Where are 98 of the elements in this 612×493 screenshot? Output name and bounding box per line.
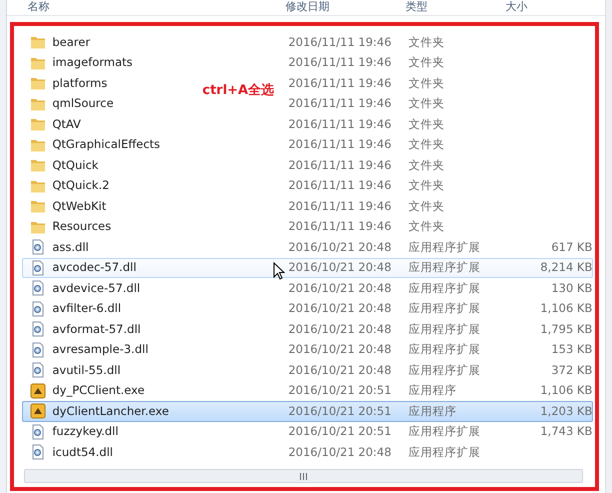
file-name[interactable]: avutil-55.dll bbox=[52, 362, 121, 379]
file-type: 应用程序扩展 bbox=[408, 300, 482, 318]
modified-date: 2016/11/11 19:46 bbox=[288, 218, 392, 236]
file-size: 1,106 KB bbox=[539, 382, 592, 400]
modified-date: 2016/10/21 20:48 bbox=[288, 362, 392, 379]
app-icon bbox=[30, 403, 46, 420]
modified-date: 2016/10/21 20:48 bbox=[288, 444, 392, 461]
file-gear-icon bbox=[30, 321, 46, 338]
file-type: 文件夹 bbox=[408, 116, 446, 133]
folder-icon bbox=[30, 157, 46, 174]
file-type: 应用程序 bbox=[408, 402, 458, 420]
file-type: 应用程序扩展 bbox=[408, 444, 482, 461]
file-gear-icon bbox=[30, 280, 46, 296]
file-row[interactable]: dyClientLancher.exe 2016/10/21 20:51 应用程序 1,203 KB bbox=[22, 401, 594, 422]
file-name[interactable]: bearer bbox=[52, 34, 90, 51]
file-size: 153 KB bbox=[550, 341, 592, 358]
folder-icon bbox=[30, 34, 46, 50]
modified-date: 2016/11/11 19:46 bbox=[288, 136, 392, 154]
modified-date: 2016/11/11 19:46 bbox=[288, 116, 392, 133]
folder-icon bbox=[30, 116, 46, 132]
file-name[interactable]: QtQuick bbox=[52, 156, 98, 174]
file-gear-icon bbox=[30, 300, 46, 317]
file-name[interactable]: QtQuick.2 bbox=[52, 177, 110, 194]
column-header[interactable]: 大小 bbox=[501, 0, 592, 15]
file-type: 文件夹 bbox=[408, 136, 446, 154]
file-name[interactable]: QtGraphicalEffects bbox=[52, 136, 160, 154]
file-type: 文件夹 bbox=[408, 177, 446, 194]
file-type: 文件夹 bbox=[408, 218, 446, 236]
modified-date: 2016/10/21 20:48 bbox=[288, 320, 392, 338]
file-name: dyClientLancher.exe bbox=[52, 402, 169, 420]
modified-date: 2016/10/21 20:51 bbox=[288, 423, 392, 440]
modified-date: 2016/10/21 20:48 bbox=[288, 300, 392, 318]
file-gear-icon bbox=[30, 342, 46, 358]
file-name[interactable]: qmlSource bbox=[52, 95, 114, 112]
file-name[interactable]: Resources bbox=[52, 218, 112, 236]
file-type: 应用程序扩展 bbox=[408, 238, 482, 256]
file-type: 应用程序扩展 bbox=[408, 341, 482, 358]
file-size: 1,106 KB bbox=[539, 300, 592, 318]
file-name[interactable]: imageformats bbox=[52, 54, 133, 72]
file-name[interactable]: fuzzykey.dll bbox=[52, 423, 118, 440]
file-name[interactable]: platforms bbox=[52, 74, 108, 92]
column-header[interactable]: 修改日期 bbox=[281, 0, 402, 15]
modified-date: 2016/11/11 19:46 bbox=[288, 74, 392, 92]
file-name[interactable]: dy_PCClient.exe bbox=[52, 382, 145, 400]
file-size: 372 KB bbox=[550, 362, 592, 379]
modified-date: 2016/10/21 20:51 bbox=[288, 382, 392, 400]
modified-date: 2016/11/11 19:46 bbox=[288, 95, 392, 112]
file-type: 应用程序扩展 bbox=[408, 280, 482, 297]
modified-date: 2016/10/21 20:51 bbox=[288, 402, 392, 420]
column-header[interactable]: 类型 bbox=[401, 0, 502, 15]
file-size: 1,743 KB bbox=[539, 423, 592, 440]
file-type: 文件夹 bbox=[408, 95, 446, 112]
app-icon bbox=[30, 382, 46, 399]
file-type: 应用程序扩展 bbox=[408, 320, 482, 338]
file-name[interactable]: avfilter-6.dll bbox=[52, 300, 122, 318]
file-type: 应用程序扩展 bbox=[408, 423, 482, 440]
modified-date: 2016/10/21 20:48 bbox=[288, 341, 392, 358]
file-gear-icon bbox=[30, 362, 46, 378]
mouse-cursor-icon bbox=[273, 262, 286, 280]
column-header[interactable]: 名称 bbox=[23, 0, 282, 15]
modified-date: 2016/11/11 19:46 bbox=[288, 156, 392, 174]
annotation-text: ctrl+A全选 bbox=[202, 82, 274, 100]
file-size: 617 KB bbox=[550, 238, 592, 256]
file-name[interactable]: ass.dll bbox=[52, 238, 89, 256]
file-gear-icon bbox=[30, 239, 46, 256]
file-size: 1,795 KB bbox=[539, 320, 592, 338]
file-name[interactable]: avresample-3.dll bbox=[52, 341, 148, 358]
file-type: 文件夹 bbox=[408, 74, 446, 92]
file-name: avcodec-57.dll bbox=[52, 259, 136, 276]
file-gear-icon bbox=[30, 424, 46, 440]
file-type: 应用程序扩展 bbox=[408, 362, 482, 379]
file-type: 文件夹 bbox=[408, 198, 446, 215]
file-gear-icon bbox=[30, 260, 46, 276]
file-type: 文件夹 bbox=[408, 54, 446, 72]
file-name[interactable]: avformat-57.dll bbox=[52, 320, 141, 338]
file-type: 应用程序扩展 bbox=[408, 259, 482, 276]
file-name[interactable]: QtWebKit bbox=[52, 198, 106, 215]
file-size: 130 KB bbox=[550, 280, 592, 297]
file-gear-icon bbox=[30, 444, 46, 460]
modified-date: 2016/11/11 19:46 bbox=[288, 177, 392, 194]
file-size: 8,214 KB bbox=[539, 259, 592, 276]
modified-date: 2016/11/11 19:46 bbox=[288, 34, 392, 51]
file-name[interactable]: icudt54.dll bbox=[52, 444, 113, 461]
modified-date: 2016/10/21 20:48 bbox=[288, 238, 392, 256]
modified-date: 2016/10/21 20:48 bbox=[288, 259, 392, 276]
file-type: 应用程序 bbox=[408, 382, 458, 400]
file-name[interactable]: avdevice-57.dll bbox=[52, 280, 140, 297]
modified-date: 2016/11/11 19:46 bbox=[288, 198, 392, 215]
grip-icon bbox=[300, 472, 308, 480]
file-row[interactable]: avcodec-57.dll 2016/10/21 20:48 应用程序扩展 8,214 KB bbox=[22, 258, 594, 278]
file-type: 文件夹 bbox=[408, 34, 446, 51]
modified-date: 2016/10/21 20:48 bbox=[288, 280, 392, 297]
file-size: 1,203 KB bbox=[539, 402, 592, 420]
folder-icon bbox=[30, 198, 46, 214]
modified-date: 2016/11/11 19:46 bbox=[288, 54, 392, 72]
file-type: 文件夹 bbox=[408, 156, 446, 174]
folder-icon bbox=[30, 75, 46, 92]
file-name[interactable]: QtAV bbox=[52, 116, 81, 133]
